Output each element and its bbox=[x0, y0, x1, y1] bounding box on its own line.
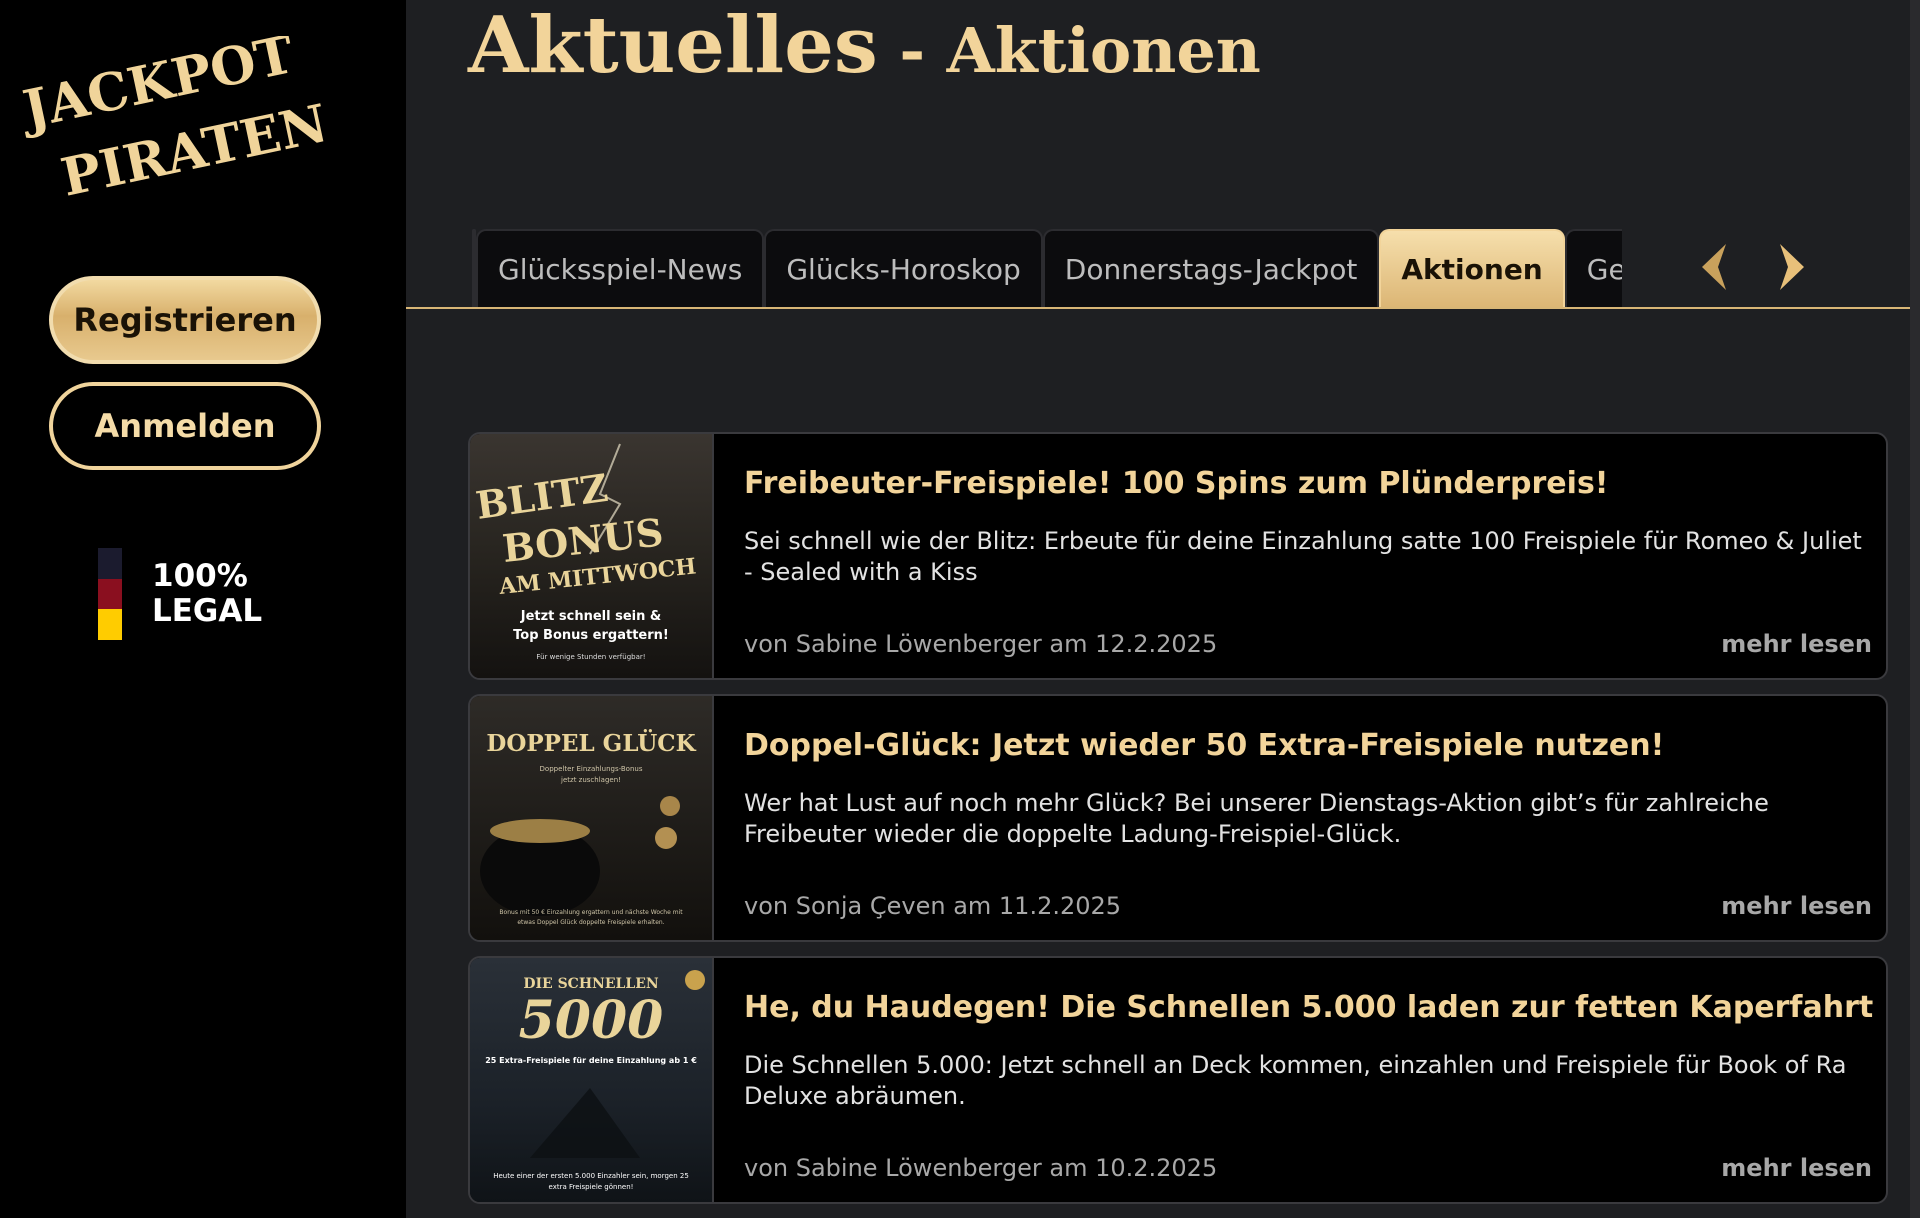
legal-label: LEGAL bbox=[152, 593, 263, 629]
tab-gluecks-horoskop[interactable]: Glücks-Horoskop bbox=[764, 229, 1043, 307]
chevron-right-icon[interactable] bbox=[1764, 240, 1814, 294]
article-title[interactable]: Doppel-Glück: Jetzt wieder 50 Extra-Frei… bbox=[744, 728, 1664, 763]
svg-text:5000: 5000 bbox=[519, 990, 664, 1051]
tab-underline bbox=[406, 307, 1920, 309]
read-more-link[interactable]: mehr lesen bbox=[1721, 630, 1872, 658]
article-description: Die Schnellen 5.000: Jetzt schnell an De… bbox=[744, 1051, 1847, 1110]
article-card[interactable]: BLITZ BONUS AM MITTWOCH Jetzt schnell se… bbox=[468, 432, 1888, 680]
legal-badge: 100% LEGAL bbox=[98, 548, 262, 641]
article-author-date: von Sabine Löwenberger am 12.2.2025 bbox=[744, 630, 1218, 658]
svg-text:Top Bonus ergattern!: Top Bonus ergattern! bbox=[513, 628, 669, 643]
page-title-separator: - bbox=[877, 14, 947, 87]
read-more-link[interactable]: mehr lesen bbox=[1721, 892, 1872, 920]
tab-aktionen[interactable]: Aktionen bbox=[1379, 229, 1565, 307]
flag-stripe-red bbox=[98, 578, 122, 610]
article-card[interactable]: DOPPEL GLÜCK Doppelter Einzahlungs-Bonus… bbox=[468, 694, 1888, 942]
article-list: BLITZ BONUS AM MITTWOCH Jetzt schnell se… bbox=[468, 432, 1888, 1218]
tab-gluecksspiel-news[interactable]: Glücksspiel-News bbox=[476, 229, 765, 307]
svg-text:extra Freispiele gönnen!: extra Freispiele gönnen! bbox=[549, 1183, 634, 1191]
register-button[interactable]: Registrieren bbox=[49, 276, 321, 364]
tab-donnerstags-jackpot[interactable]: Donnerstags-Jackpot bbox=[1042, 229, 1380, 307]
svg-text:Für wenige Stunden verfügbar!: Für wenige Stunden verfügbar! bbox=[536, 653, 645, 661]
category-tabs: Glücksspiel-News Glücks-Horoskop Donners… bbox=[472, 229, 1622, 307]
legal-percent: 100% bbox=[152, 558, 248, 594]
die-schnellen-5000-image[interactable]: DIE SCHNELLEN 5000 25 Extra-Freispiele f… bbox=[470, 958, 714, 1202]
svg-text:Jetzt schnell sein &: Jetzt schnell sein & bbox=[520, 609, 662, 624]
doppel-glueck-image[interactable]: DOPPEL GLÜCK Doppelter Einzahlungs-Bonus… bbox=[470, 696, 714, 940]
svg-text:jetzt zuschlagen!: jetzt zuschlagen! bbox=[560, 776, 621, 784]
article-card[interactable]: DIE SCHNELLEN 5000 25 Extra-Freispiele f… bbox=[468, 956, 1888, 1204]
login-button[interactable]: Anmelden bbox=[49, 382, 321, 470]
legal-text: 100% LEGAL bbox=[152, 559, 262, 629]
scrollbar[interactable] bbox=[1910, 0, 1920, 1218]
article-description: Sei schnell wie der Blitz: Erbeute für d… bbox=[744, 527, 1862, 586]
page-title-main: Aktuelles bbox=[468, 0, 878, 91]
german-flag-icon bbox=[98, 548, 122, 641]
read-more-link[interactable]: mehr lesen bbox=[1721, 1154, 1872, 1182]
svg-text:DOPPEL GLÜCK: DOPPEL GLÜCK bbox=[486, 729, 696, 757]
svg-text:Doppelter Einzahlungs-Bonus: Doppelter Einzahlungs-Bonus bbox=[540, 765, 643, 773]
blitz-bonus-image[interactable]: BLITZ BONUS AM MITTWOCH Jetzt schnell se… bbox=[470, 434, 714, 678]
article-title[interactable]: Freibeuter-Freispiele! 100 Spins zum Plü… bbox=[744, 466, 1608, 501]
sidebar: JACKPOT PIRATEN Registrieren Anmelden 10… bbox=[0, 0, 406, 1218]
page-title: Aktuelles - Aktionen bbox=[468, 0, 1261, 91]
main-content: Aktuelles - Aktionen Glücksspiel-News Gl… bbox=[406, 0, 1920, 1218]
article-author-date: von Sabine Löwenberger am 10.2.2025 bbox=[744, 1154, 1218, 1182]
article-description: Wer hat Lust auf noch mehr Glück? Bei un… bbox=[744, 789, 1769, 848]
page-title-sub: Aktionen bbox=[946, 14, 1261, 87]
jackpot-piraten-logo[interactable]: JACKPOT PIRATEN bbox=[22, 36, 342, 206]
article-title[interactable]: He, du Haudegen! Die Schnellen 5.000 lad… bbox=[744, 990, 1873, 1025]
svg-text:Bonus mit 50 € Einzahlung erga: Bonus mit 50 € Einzahlung ergattern und … bbox=[499, 909, 683, 916]
svg-text:etwas Doppel Glück doppelte Fr: etwas Doppel Glück doppelte Freispiele e… bbox=[517, 919, 664, 926]
svg-text:25 Extra-Freispiele für deine: 25 Extra-Freispiele für deine Einzahlung… bbox=[485, 1056, 697, 1065]
svg-text:Heute einer der ersten 5.000 E: Heute einer der ersten 5.000 Einzahler s… bbox=[493, 1172, 689, 1180]
flag-stripe-black bbox=[98, 548, 122, 579]
article-author-date: von Sonja Çeven am 11.2.2025 bbox=[744, 892, 1122, 920]
chevron-left-icon[interactable] bbox=[1692, 240, 1742, 294]
tab-gewinner[interactable]: Gewi bbox=[1564, 229, 1622, 307]
flag-stripe-gold bbox=[98, 609, 122, 641]
